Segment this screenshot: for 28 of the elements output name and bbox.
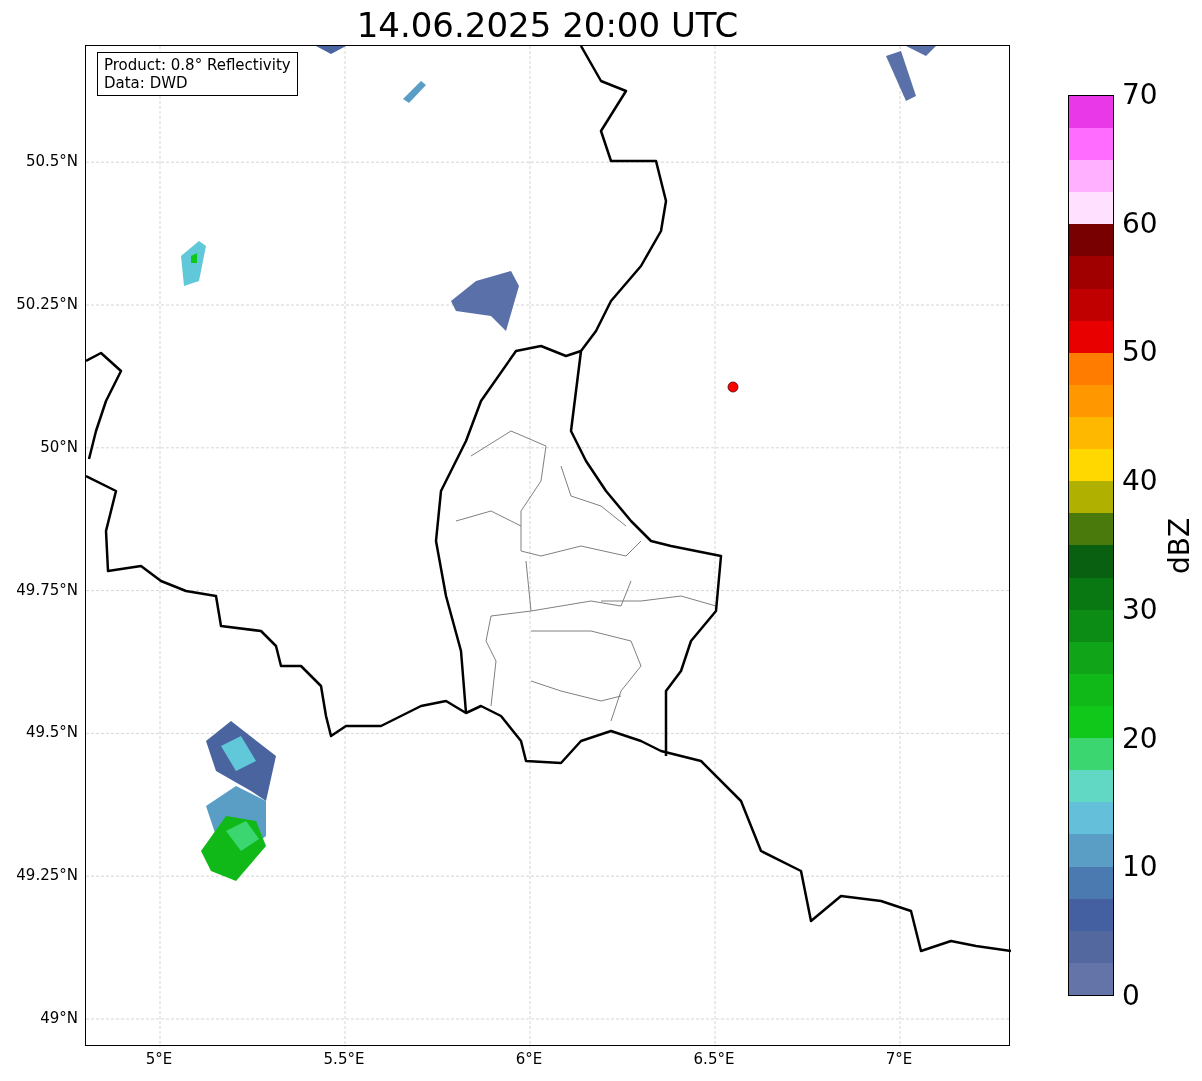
latitude-tick-label: 49°N [40, 1009, 78, 1027]
colorbar-tick-label: 60 [1122, 207, 1158, 240]
longitude-tick-label: 6.5°E [692, 1050, 736, 1068]
colorbar-tick-label: 70 [1122, 79, 1158, 111]
longitude-tick-label: 6°E [514, 1050, 544, 1068]
longitude-tick-label: 5.5°E [322, 1050, 366, 1068]
colorbar-tick-label: 30 [1122, 593, 1158, 626]
radar-echo [451, 271, 519, 331]
latitude-tick-label: 50.5°N [25, 152, 78, 171]
colorbar-tick-label: 40 [1122, 465, 1158, 498]
latitude-tick-label: 50°N [40, 437, 78, 456]
latitude-tick-label: 50.25°N [16, 295, 78, 313]
longitude-tick-label: 7°E [884, 1050, 914, 1068]
colorbar-tick-label: 10 [1122, 851, 1158, 884]
colorbar-tick-label: 0 [1122, 980, 1140, 1012]
legend-text: Product: 0.8° Reflectivity [104, 56, 291, 74]
colorbar-tick-label: 20 [1122, 722, 1158, 755]
latitude-tick-label: 49.75°N [16, 580, 78, 599]
longitude-tick-label: 5°E [144, 1050, 174, 1068]
radar-echo [316, 46, 346, 54]
latitude-tick-label: 49.5°N [25, 723, 78, 742]
colorbar-tick-label: 50 [1122, 336, 1158, 369]
chart-title: 14.06.2025 20:00 UTC [355, 4, 740, 46]
legend-text: Data: DWD [104, 74, 189, 92]
latitude-tick-label: 49.25°N [16, 866, 78, 885]
colorbar-label: dBZ [1164, 516, 1196, 576]
location-marker [727, 381, 739, 393]
radar-echo [403, 81, 426, 103]
